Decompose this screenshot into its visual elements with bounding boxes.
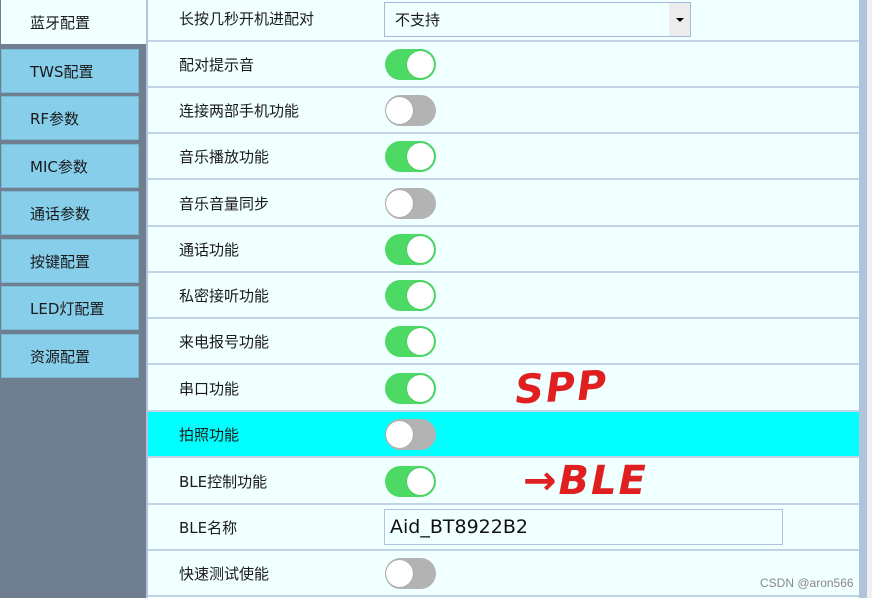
toggle-knob xyxy=(386,420,413,448)
setting-row-music-playback: 音乐播放功能 xyxy=(148,134,859,180)
toggle-knob xyxy=(407,142,434,170)
toggle-knob xyxy=(407,327,434,355)
sidebar-item-label: 按键配置 xyxy=(30,252,91,271)
setting-row-camera: 拍照功能 xyxy=(148,412,859,458)
toggle-knob xyxy=(407,281,434,309)
setting-row-serial-port: 串口功能 xyxy=(148,366,859,412)
serial-port-toggle[interactable] xyxy=(385,372,436,404)
private-answer-toggle[interactable] xyxy=(385,279,436,311)
select-value: 不支持 xyxy=(395,11,441,29)
call-toggle[interactable] xyxy=(385,233,436,265)
toggle-knob xyxy=(407,50,434,78)
volume-sync-toggle[interactable] xyxy=(385,187,436,219)
setting-row-volume-sync: 音乐音量同步 xyxy=(148,181,859,227)
sidebar-item-rf-params[interactable]: RF参数 xyxy=(1,96,139,140)
setting-label: 音乐播放功能 xyxy=(179,147,270,166)
sidebar-item-call-params[interactable]: 通话参数 xyxy=(1,191,139,235)
sidebar: 蓝牙配置 TWS配置 RF参数 MIC参数 通话参数 按键配置 LED灯配置 资… xyxy=(0,0,146,598)
setting-label: 拍照功能 xyxy=(179,425,240,444)
setting-row-pairing-tone: 配对提示音 xyxy=(148,42,859,88)
setting-label: 串口功能 xyxy=(179,379,240,398)
setting-row-private-answer: 私密接听功能 xyxy=(148,273,859,319)
toggle-knob xyxy=(407,374,434,402)
setting-row-call: 通话功能 xyxy=(148,227,859,273)
vertical-scrollbar[interactable] xyxy=(859,0,867,598)
toggle-knob xyxy=(407,467,434,495)
chevron-down-icon[interactable] xyxy=(669,3,690,36)
sidebar-item-tws-config[interactable]: TWS配置 xyxy=(1,49,139,93)
sidebar-item-label: 资源配置 xyxy=(30,347,91,366)
sidebar-item-label: 蓝牙配置 xyxy=(30,13,91,32)
caller-id-toggle[interactable] xyxy=(385,325,436,357)
setting-row-ble-name: BLE名称 xyxy=(148,505,859,551)
sidebar-item-label: MIC参数 xyxy=(30,157,88,176)
spp-annotation: SPP xyxy=(513,362,610,414)
setting-label: 连接两部手机功能 xyxy=(179,101,300,120)
toggle-knob xyxy=(407,235,434,263)
music-playback-toggle[interactable] xyxy=(385,140,436,172)
sidebar-item-label: RF参数 xyxy=(30,109,80,128)
toggle-knob xyxy=(386,96,413,124)
setting-label: 快速测试使能 xyxy=(179,564,270,583)
sidebar-item-label: 通话参数 xyxy=(30,204,91,223)
setting-label: 来电报号功能 xyxy=(179,332,270,351)
ble-annotation: →BLE xyxy=(523,458,648,504)
setting-label: BLE名称 xyxy=(179,518,238,537)
quick-test-toggle[interactable] xyxy=(385,557,436,589)
ble-name-input[interactable] xyxy=(384,509,783,545)
setting-row-dual-phone: 连接两部手机功能 xyxy=(148,88,859,134)
ble-control-toggle[interactable] xyxy=(385,465,436,497)
setting-label: 通话功能 xyxy=(179,240,240,259)
sidebar-item-bluetooth-config[interactable]: 蓝牙配置 xyxy=(1,0,146,44)
sidebar-item-key-config[interactable]: 按键配置 xyxy=(1,239,139,283)
setting-row-long-press-pairing: 长按几秒开机进配对 不支持 xyxy=(148,0,859,42)
dual-phone-toggle[interactable] xyxy=(385,94,436,126)
setting-label: BLE控制功能 xyxy=(179,472,268,491)
settings-panel: 长按几秒开机进配对 不支持 配对提示音 连接两部手机功能 音乐播放功能 音乐音量… xyxy=(146,0,859,598)
sidebar-item-label: LED灯配置 xyxy=(30,299,105,318)
setting-row-ble-control: BLE控制功能 xyxy=(148,459,859,505)
sidebar-item-led-config[interactable]: LED灯配置 xyxy=(1,286,139,330)
sidebar-item-resource-config[interactable]: 资源配置 xyxy=(1,334,139,378)
toggle-knob xyxy=(386,189,413,217)
camera-toggle[interactable] xyxy=(385,418,436,450)
pairing-tone-toggle[interactable] xyxy=(385,48,436,80)
setting-row-quick-test: 快速测试使能 xyxy=(148,551,859,597)
toggle-knob xyxy=(386,559,413,587)
long-press-pairing-select[interactable]: 不支持 xyxy=(384,2,691,37)
watermark: CSDN @aron566 xyxy=(760,576,854,590)
setting-label: 配对提示音 xyxy=(179,55,255,74)
sidebar-item-mic-params[interactable]: MIC参数 xyxy=(1,144,139,188)
setting-label: 音乐音量同步 xyxy=(179,194,270,213)
setting-label: 长按几秒开机进配对 xyxy=(179,9,315,28)
sidebar-item-label: TWS配置 xyxy=(30,62,94,81)
setting-label: 私密接听功能 xyxy=(179,286,270,305)
setting-row-caller-id: 来电报号功能 xyxy=(148,319,859,365)
